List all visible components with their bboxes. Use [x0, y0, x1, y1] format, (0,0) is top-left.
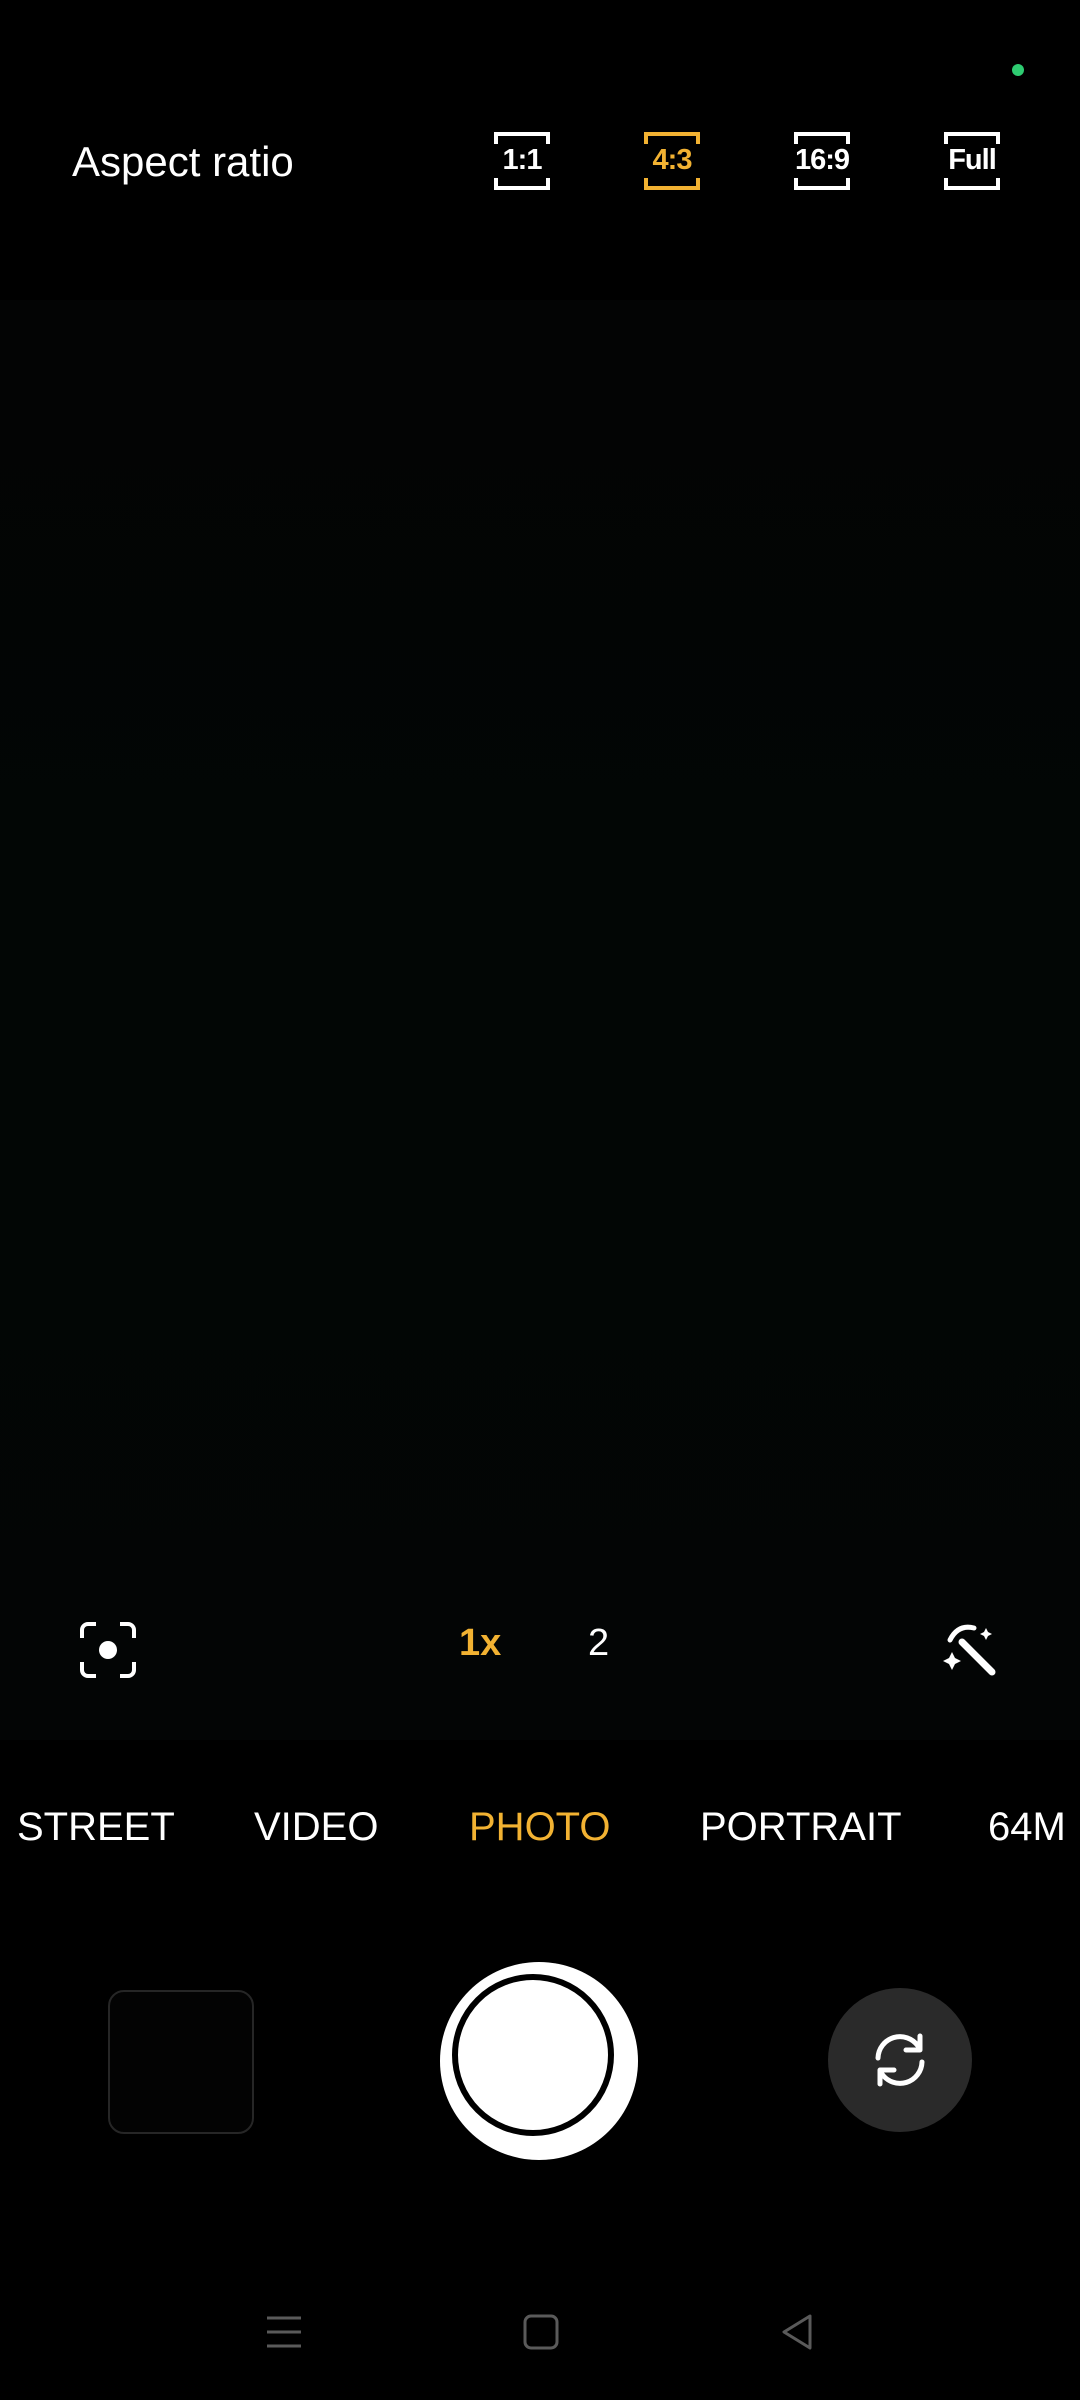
ratio-option-full[interactable]: Full — [944, 132, 1000, 190]
switch-camera-button[interactable] — [828, 1988, 972, 2132]
ratio-option-16-9[interactable]: 16:9 — [794, 132, 850, 190]
mode-video[interactable]: VIDEO — [254, 1805, 378, 1850]
ratio-option-1-1[interactable]: 1:1 — [494, 132, 550, 190]
privacy-indicator-dot — [1012, 64, 1024, 76]
zoom-1x-button[interactable]: 1x — [459, 1622, 501, 1665]
back-icon[interactable] — [778, 2312, 818, 2352]
magic-wand-icon[interactable] — [940, 1618, 1004, 1682]
ratio-option-label: 4:3 — [652, 144, 693, 176]
home-icon[interactable] — [521, 2312, 561, 2352]
ratio-option-label: 1:1 — [502, 144, 543, 176]
ratio-option-4-3[interactable]: 4:3 — [644, 132, 700, 190]
zoom-2x-button[interactable]: 2 — [588, 1622, 609, 1665]
shutter-button[interactable] — [440, 1962, 638, 2160]
aspect-ratio-title: Aspect ratio — [72, 138, 294, 185]
mode-64m[interactable]: 64M — [988, 1805, 1066, 1850]
mode-street[interactable]: STREET — [17, 1805, 175, 1850]
mode-portrait[interactable]: PORTRAIT — [700, 1805, 902, 1850]
mode-photo[interactable]: PHOTO — [469, 1805, 611, 1850]
switch-camera-icon — [875, 2033, 925, 2087]
camera-mode-strip: STREET VIDEO PHOTO PORTRAIT 64M — [0, 1795, 1080, 1865]
ratio-option-label: 16:9 — [794, 144, 850, 176]
ratio-option-label: Full — [948, 144, 997, 176]
viewfinder-controls: 1x 2 — [0, 1600, 1080, 1700]
aspect-ratio-bar: Aspect ratio 1:1 4:3 16:9 Full — [0, 110, 1080, 220]
gallery-thumbnail[interactable] — [108, 1990, 254, 2134]
shutter-ring — [452, 1974, 614, 2136]
focus-frame-icon[interactable] — [78, 1620, 138, 1680]
menu-icon[interactable] — [264, 2312, 304, 2352]
system-navigation-bar — [0, 2290, 1080, 2380]
camera-viewfinder[interactable] — [0, 300, 1080, 1740]
